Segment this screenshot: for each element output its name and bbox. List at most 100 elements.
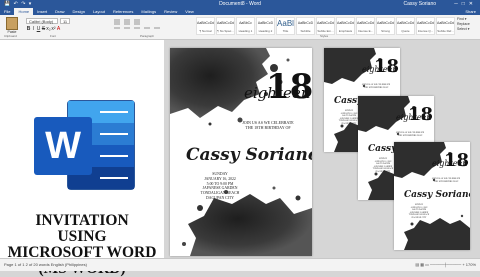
tab-view[interactable]: View: [181, 8, 198, 15]
caption-line-1: INVITATION: [35, 212, 129, 229]
tab-file[interactable]: File: [0, 8, 14, 15]
style-preview: AaBbCc: [239, 21, 252, 25]
style-name: Subtle Ref...: [437, 29, 454, 33]
styles-group-label: Styles: [320, 34, 329, 38]
tab-home[interactable]: Home: [14, 8, 34, 15]
style-name: Emphasis: [338, 29, 353, 33]
style-preview: AaBbCcDd: [397, 21, 414, 25]
paragraph-controls: [112, 18, 190, 32]
style-subtitle[interactable]: AaBbCcD Subtitle: [296, 17, 315, 35]
logo-letter: W: [45, 125, 81, 167]
event-details: SUNDAY JANUARY 16, 2022 5:00 TO 9:00 PM …: [190, 172, 250, 201]
paste-icon[interactable]: [6, 17, 18, 30]
style-name: Intense Q...: [417, 29, 434, 33]
invite-line-2: THE 18TH BIRTHDAY OF: [363, 86, 389, 89]
style-name: Strong: [381, 29, 390, 33]
style-no-spacing[interactable]: AaBbCcDd ¶ No Spac...: [216, 17, 235, 35]
editing-group: Find ▾ Replace Select ▾: [457, 17, 479, 32]
font-size-select[interactable]: 11: [60, 18, 70, 24]
ribbon-tabs: File Home Insert Draw Design Layout References…: [0, 8, 480, 15]
style-name: ¶ No Spac...: [217, 29, 234, 33]
style-name: Quote: [401, 29, 410, 33]
style-preview: AaBbCcDd: [317, 21, 334, 25]
style-name: Heading 2: [258, 29, 273, 33]
thumbnail-panel: W INVITATION USING MICROSOFT WORD (MS WO…: [0, 40, 164, 277]
user-name[interactable]: Cassy Soriano: [403, 0, 436, 8]
invitation-card-3[interactable]: 18 eighteen JOIN US AS WE CELEBRATE THE …: [394, 142, 470, 250]
style-preview: AaBbCcDd: [197, 21, 214, 25]
paragraph-icons[interactable]: [112, 18, 190, 32]
style-preview: AaBbCcDd: [417, 21, 434, 25]
format-buttons: B I U Sx₂x²A: [26, 26, 61, 32]
tab-references[interactable]: References: [109, 8, 137, 15]
style-emphasis[interactable]: AaBbCcDd Emphasis: [336, 17, 355, 35]
celebrant-name: Cassy Soriano: [186, 145, 312, 165]
tab-mailings[interactable]: Mailings: [137, 8, 160, 15]
paragraph-group-label: Paragraph: [140, 34, 155, 38]
style-name: Intense E...: [357, 29, 374, 33]
style-name: Heading 1: [238, 29, 253, 33]
tab-layout[interactable]: Layout: [89, 8, 109, 15]
tab-draw[interactable]: Draw: [51, 8, 68, 15]
status-bar: Page 1 of 1 2 of 20 words English (Phili…: [0, 258, 480, 271]
style-preview: AaBbCcDd: [437, 21, 454, 25]
style-subtle-reference[interactable]: AaBbCcDd Subtle Ref...: [436, 17, 455, 35]
style-preview: AaBbCcD: [297, 21, 314, 25]
style-preview: AaBl: [277, 19, 294, 28]
title-bar: 💾 ↶ ↷ ▾ Document8 - Word Cassy Soriano ─…: [0, 0, 480, 8]
window-controls[interactable]: ─□✕: [454, 0, 477, 8]
style-name: Title: [282, 29, 289, 33]
clipboard-group: Paste: [3, 17, 21, 34]
close-button[interactable]: ✕: [469, 1, 477, 7]
caption-line-2: USING: [57, 228, 107, 245]
style-strong[interactable]: AaBbCcDd Strong: [376, 17, 395, 35]
celebrant-name: Cassy Soriano: [404, 190, 470, 200]
birthday-word: eighteen: [244, 84, 311, 102]
event-details: SUNDAY JANUARY 16, 2022 5:00 TO 9:00 PM …: [402, 204, 436, 220]
birthday-word: eighteen: [396, 113, 432, 122]
detail-city: DAGUPAN CITY: [411, 216, 427, 219]
style-preview: AaBbCcDd: [357, 21, 374, 25]
font-group-label: Font: [50, 34, 57, 38]
style-preview: AaBbCcDd: [377, 21, 394, 25]
share-button[interactable]: Share: [465, 8, 476, 15]
clipboard-label: Clipboard: [4, 34, 17, 38]
style-quote[interactable]: AaBbCcDd Quote: [396, 17, 415, 35]
style-subtle-emphasis[interactable]: AaBbCcDd Subtle Em...: [316, 17, 335, 35]
style-title[interactable]: AaBl Title: [276, 17, 295, 35]
invite-line-2: THE 18TH BIRTHDAY OF: [433, 180, 459, 183]
invite-line-2: THE 18TH BIRTHDAY OF: [397, 134, 423, 137]
tab-design[interactable]: Design: [68, 8, 88, 15]
birthday-word: eighteen: [432, 159, 468, 168]
document-area: 18 eighteen JOIN US AS WE CELEBRATE THE …: [164, 40, 480, 258]
ribbon: Paste Clipboard Calibri (Body) 11 B I U Sx₂…: [0, 15, 480, 40]
tab-review[interactable]: Review: [160, 8, 181, 15]
invite-text: JOIN US AS WE CELEBRATE THE 18TH BIRTHDA…: [228, 120, 308, 130]
invite-text: JOIN US AS WE CELEBRATE THE 18TH BIRTHDA…: [354, 84, 398, 90]
font-name-select[interactable]: Calibri (Body): [26, 18, 58, 24]
style-name: Subtle Em...: [317, 29, 334, 33]
style-heading-1[interactable]: AaBbCc Heading 1: [236, 17, 255, 35]
style-intense-quote[interactable]: AaBbCcDd Intense Q...: [416, 17, 435, 35]
style-normal[interactable]: AaBbCcDd ¶ Normal: [196, 17, 215, 35]
style-name: Subtitle: [300, 29, 311, 33]
style-preview: AaBbCcDd: [337, 21, 354, 25]
select-button[interactable]: Select ▾: [457, 27, 479, 32]
invite-line-2: THE 18TH BIRTHDAY OF: [245, 125, 291, 130]
invitation-page-main[interactable]: 18 eighteen JOIN US AS WE CELEBRATE THE …: [170, 48, 312, 256]
style-name: ¶ Normal: [199, 29, 212, 33]
tab-insert[interactable]: Insert: [33, 8, 51, 15]
style-heading-2[interactable]: AaBbCcD Heading 2: [256, 17, 275, 35]
birthday-word: eighteen: [362, 65, 398, 74]
font-color-button[interactable]: A: [56, 26, 61, 32]
invite-text: JOIN US AS WE CELEBRATE THE 18TH BIRTHDA…: [388, 132, 432, 138]
style-intense-emphasis[interactable]: AaBbCcDd Intense E...: [356, 17, 375, 35]
minimize-button[interactable]: ─: [454, 1, 462, 7]
style-preview: AaBbCcD: [257, 21, 274, 25]
word-logo-icon: W: [34, 100, 135, 190]
invite-text: JOIN US AS WE CELEBRATE THE 18TH BIRTHDA…: [424, 178, 468, 184]
maximize-button[interactable]: □: [462, 1, 469, 7]
style-preview: AaBbCcDd: [217, 21, 234, 25]
detail-city: DAGUPAN CITY: [205, 195, 235, 200]
zoom-controls[interactable]: ▤ ▦ ▭ ─────┼───── + 170%: [415, 259, 476, 270]
